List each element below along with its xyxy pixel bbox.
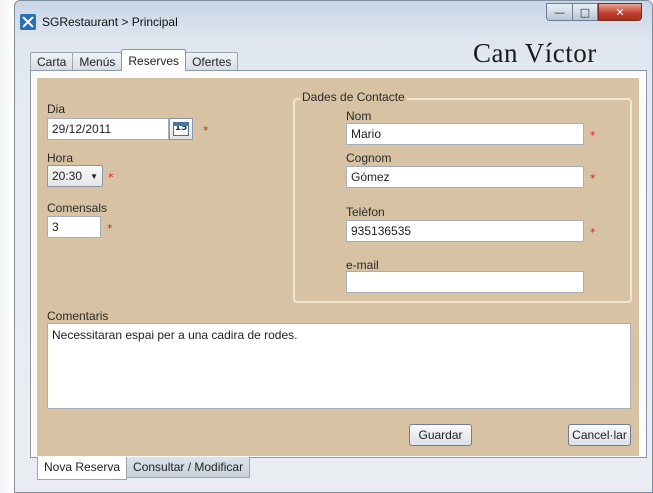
calendar-button[interactable]: 15 [169, 118, 193, 140]
comensals-required-mark: * [107, 222, 113, 235]
telefon-field[interactable]: 935136535 [346, 220, 584, 242]
tab-nova-reserva[interactable]: Nova Reserva [37, 457, 128, 480]
dia-label: Dia [47, 102, 66, 116]
hora-label: Hora [47, 151, 74, 165]
bottom-tabs: Nova Reserva Consultar / Modificar [37, 457, 251, 480]
minimize-icon: — [554, 5, 565, 19]
cancel-button[interactable]: Cancel·lar [568, 424, 631, 446]
title-bar: SGRestaurant > Principal [20, 12, 178, 32]
tab-carta[interactable]: Carta [30, 52, 74, 71]
save-button[interactable]: Guardar [409, 424, 472, 446]
hora-value: 20:30 [52, 169, 83, 183]
app-window: — □ ✕ SGRestaurant > Principal Can Vícto… [0, 0, 653, 493]
calendar-icon: 15 [173, 122, 189, 136]
dia-required-mark: * [203, 124, 209, 137]
hora-required-mark: * [108, 171, 114, 184]
tab-ofertes[interactable]: Ofertes [185, 52, 239, 71]
close-icon: ✕ [615, 5, 625, 19]
cognom-label: Cognom [346, 151, 392, 165]
cognom-required-mark: * [590, 172, 596, 185]
main-tabs: Carta Menús Reserves Ofertes [30, 49, 239, 71]
app-icon [20, 14, 36, 30]
tab-menus[interactable]: Menús [72, 52, 123, 71]
brand-name: Can Víctor [473, 38, 597, 68]
email-field[interactable] [346, 271, 584, 293]
tab-consultar-modificar[interactable]: Consultar / Modificar [126, 457, 251, 478]
hora-select[interactable]: 20:30 ▼ [47, 165, 103, 187]
telefon-label: Telèfon [346, 205, 385, 219]
calendar-icon-day: 15 [174, 123, 188, 133]
nom-field[interactable]: Mario [346, 123, 584, 145]
comensals-field[interactable]: 3 [47, 216, 101, 238]
dia-field[interactable]: 29/12/2011 [47, 118, 169, 140]
tab-reserves[interactable]: Reserves [121, 49, 187, 71]
window-title: SGRestaurant > Principal [42, 15, 178, 29]
email-label: e-mail [346, 258, 379, 272]
maximize-icon: □ [579, 5, 591, 19]
maximize-button[interactable]: □ [572, 3, 598, 21]
nom-label: Nom [346, 109, 372, 123]
comentaris-textarea[interactable]: Necessitaran espai per a una cadira de r… [47, 323, 631, 409]
telefon-required-mark: * [590, 226, 596, 239]
chevron-down-icon: ▼ [90, 171, 98, 181]
window-controls: — □ ✕ [546, 3, 642, 21]
cognom-field[interactable]: Gómez [346, 166, 584, 188]
background-strip [0, 0, 14, 493]
minimize-button[interactable]: — [546, 3, 572, 21]
nom-required-mark: * [590, 129, 596, 142]
comentaris-label: Comentaris [47, 309, 109, 323]
close-button[interactable]: ✕ [598, 3, 642, 21]
comensals-label: Comensals [47, 201, 108, 215]
contact-legend: Dades de Contacte [300, 90, 407, 104]
